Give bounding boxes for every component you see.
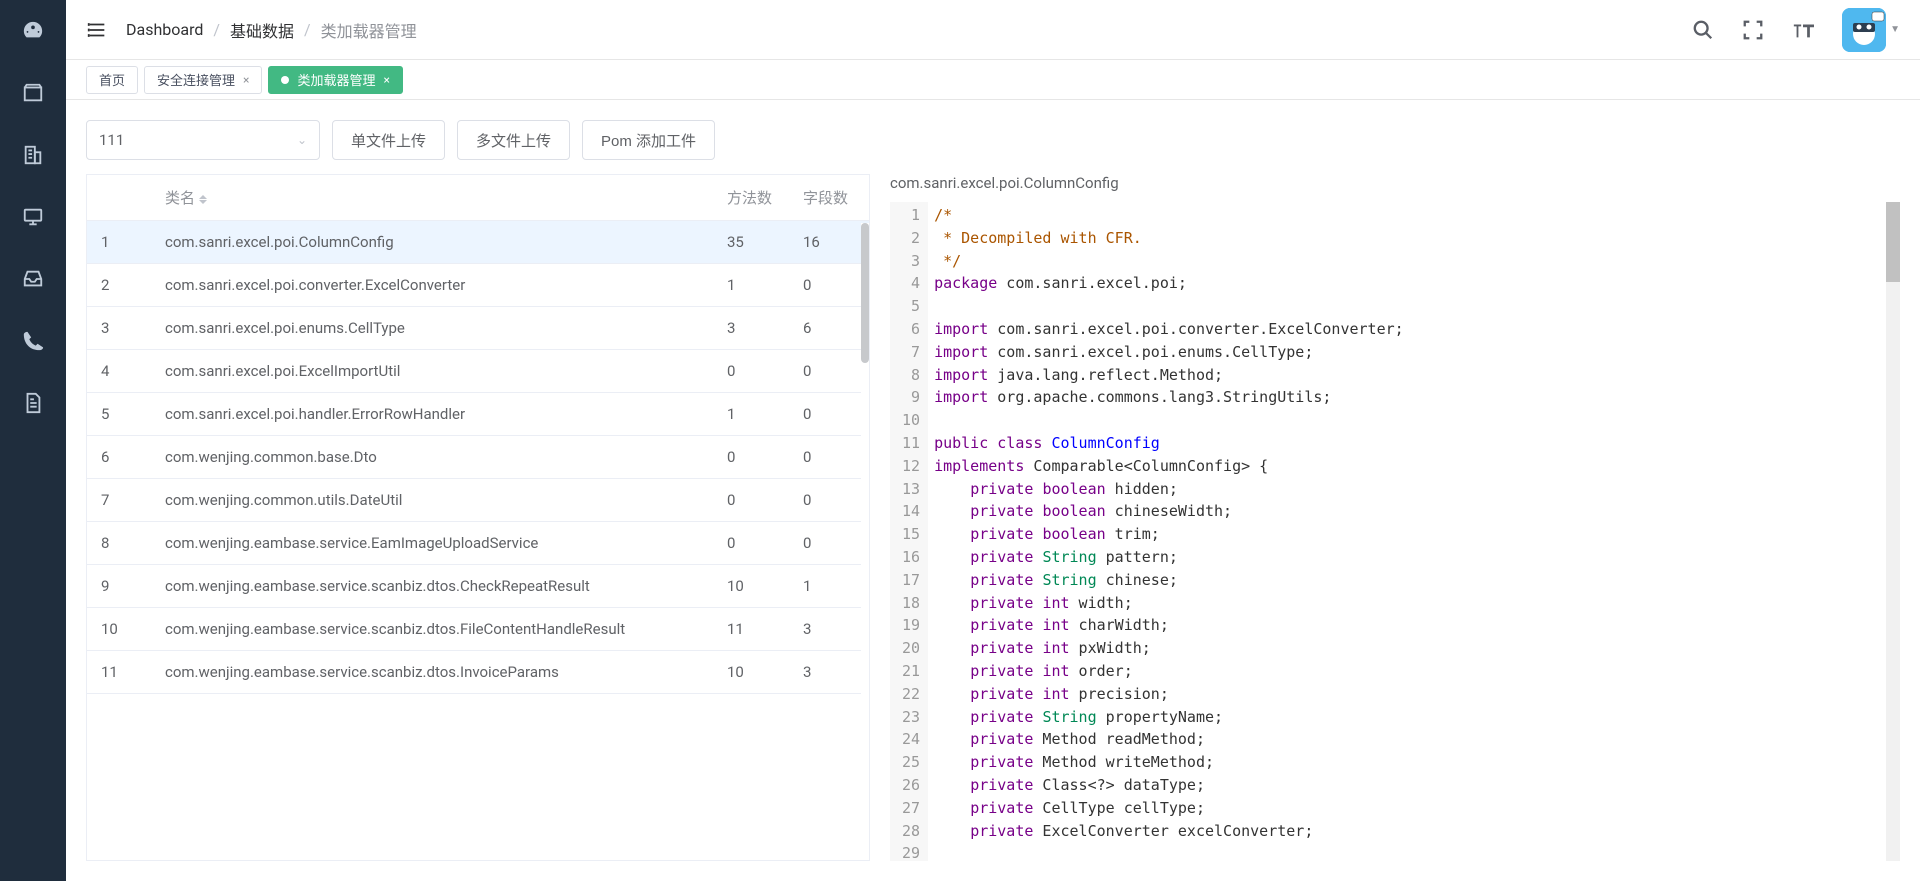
code-editor[interactable]: 1234567891011121314151617181920212223242…: [890, 202, 1900, 861]
tab-home[interactable]: 首页: [86, 66, 138, 94]
tab-classloader[interactable]: 类加载器管理×: [268, 66, 402, 94]
chevron-down-icon: ⌄: [297, 133, 307, 147]
table-row[interactable]: 4com.sanri.excel.poi.ExcelImportUtil00: [87, 350, 869, 393]
sidebar: [0, 0, 66, 881]
sort-icon: [199, 195, 207, 204]
breadcrumb: Dashboard / 基础数据 / 类加载器管理: [126, 18, 417, 42]
col-index: [87, 175, 155, 221]
table-row[interactable]: 6com.wenjing.common.base.Dto00: [87, 436, 869, 479]
project-select[interactable]: 111 ⌄: [86, 120, 320, 160]
table-row[interactable]: 10com.wenjing.eambase.service.scanbiz.dt…: [87, 608, 869, 651]
building-icon[interactable]: [22, 144, 44, 166]
table-row[interactable]: 2com.sanri.excel.poi.converter.ExcelConv…: [87, 264, 869, 307]
active-dot-icon: [281, 76, 289, 84]
table-scrollbar[interactable]: [861, 223, 869, 860]
view-tabs: 首页 安全连接管理× 类加载器管理×: [66, 60, 1920, 100]
caret-down-icon: ▼: [1890, 24, 1900, 35]
table-row[interactable]: 9com.wenjing.eambase.service.scanbiz.dto…: [87, 565, 869, 608]
code-panel: com.sanri.excel.poi.ColumnConfig 1234567…: [890, 174, 1900, 861]
close-icon[interactable]: ×: [383, 73, 389, 87]
multi-upload-button[interactable]: 多文件上传: [457, 120, 570, 160]
user-menu[interactable]: ▼: [1842, 8, 1900, 52]
search-icon[interactable]: [1692, 19, 1714, 41]
dashboard-icon[interactable]: [22, 20, 44, 42]
line-gutter: 1234567891011121314151617181920212223242…: [890, 202, 928, 861]
hamburger-icon[interactable]: [86, 19, 108, 41]
table-row[interactable]: 8com.wenjing.eambase.service.EamImageUpl…: [87, 522, 869, 565]
breadcrumb-dashboard[interactable]: Dashboard: [126, 20, 203, 39]
breadcrumb-basedata[interactable]: 基础数据: [230, 18, 294, 42]
controls-row: 111 ⌄ 单文件上传 多文件上传 Pom 添加工件: [86, 120, 1900, 160]
editor-scrollbar[interactable]: [1886, 202, 1900, 861]
breadcrumb-current: 类加载器管理: [321, 18, 417, 42]
table-row[interactable]: 3com.sanri.excel.poi.enums.CellType36: [87, 307, 869, 350]
table-row[interactable]: 7com.wenjing.common.utils.DateUtil00: [87, 479, 869, 522]
topbar: Dashboard / 基础数据 / 类加载器管理 ▼: [66, 0, 1920, 60]
col-classname[interactable]: 类名: [155, 175, 717, 221]
avatar: [1842, 8, 1886, 52]
single-upload-button[interactable]: 单文件上传: [332, 120, 445, 160]
code-lines: /* * Decompiled with CFR. */package com.…: [928, 202, 1900, 861]
layers-icon[interactable]: [22, 82, 44, 104]
class-table: 类名 方法数 字段数 1com.sanri.excel.poi.ColumnCo…: [86, 174, 870, 861]
monitor-icon[interactable]: [22, 206, 44, 228]
fullscreen-icon[interactable]: [1742, 19, 1764, 41]
tab-security[interactable]: 安全连接管理×: [144, 66, 262, 94]
table-row[interactable]: 5com.sanri.excel.poi.handler.ErrorRowHan…: [87, 393, 869, 436]
col-methods: 方法数: [717, 175, 793, 221]
code-title: com.sanri.excel.poi.ColumnConfig: [890, 174, 1900, 202]
table-row[interactable]: 11com.wenjing.eambase.service.scanbiz.dt…: [87, 651, 869, 694]
close-icon[interactable]: ×: [243, 73, 249, 87]
inbox-icon[interactable]: [22, 268, 44, 290]
pom-add-button[interactable]: Pom 添加工件: [582, 120, 715, 160]
table-row[interactable]: 1com.sanri.excel.poi.ColumnConfig3516: [87, 221, 869, 264]
document-icon[interactable]: [22, 392, 44, 414]
col-fields: 字段数: [793, 175, 869, 221]
fontsize-icon[interactable]: [1792, 19, 1814, 41]
phone-icon[interactable]: [22, 330, 44, 352]
